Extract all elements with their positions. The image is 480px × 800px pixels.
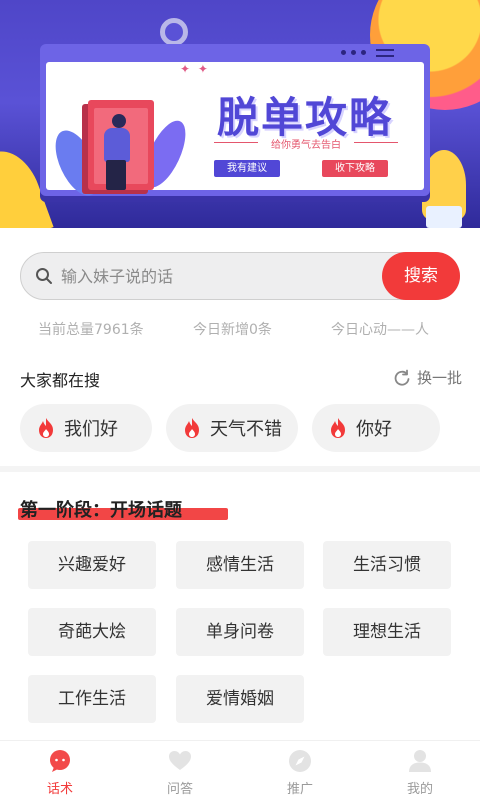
search-button[interactable]: 搜索 [382,252,460,300]
topic-button[interactable]: 理想生活 [323,608,451,656]
tab-tuiguang[interactable]: 推广 [240,741,360,800]
flame-icon [39,418,53,438]
divider-line [354,142,398,143]
person-illustration [104,128,130,162]
stat-today-new: 今日新增0条 [193,322,272,338]
chip-label: 天气不错 [210,419,282,440]
tab-label: 话术 [46,782,73,797]
hot-search-title: 大家都在搜 [20,371,101,390]
topic-button[interactable]: 爱情婚姻 [176,675,304,723]
section-title: 第一阶段：开场话题 [20,500,182,521]
ring-decoration [160,18,188,46]
tab-wode[interactable]: 我的 [360,741,480,800]
window-dot-icon [351,50,356,55]
tab-huashu[interactable]: 话术 [0,741,120,800]
chat-bubble-icon [50,750,70,772]
person-icon [409,750,431,772]
refresh-label: 换一批 [416,369,462,387]
chip-label: 我们好 [64,419,118,440]
flame-icon [331,418,345,438]
window-dot-icon [341,50,346,55]
tab-label: 问答 [166,782,193,797]
hot-search-chip[interactable]: 天气不错 [166,404,298,452]
compass-icon [289,750,311,772]
topic-button[interactable]: 兴趣爱好 [28,541,156,589]
tab-label: 我的 [406,782,433,797]
refresh-icon [394,369,410,386]
person-illustration [106,160,126,190]
pot-decoration [426,206,462,228]
bottom-tab-bar: 话术 问答 推广 我的 [0,740,480,800]
window-dot-icon [361,50,366,55]
search-input[interactable] [61,261,381,291]
section-divider [0,466,480,472]
collect-button[interactable]: 收下攻略 [322,160,388,177]
topic-button[interactable]: 奇葩大烩 [28,608,156,656]
tab-wenda[interactable]: 问答 [120,741,240,800]
person-illustration [112,114,126,128]
menu-lines-icon [376,49,394,57]
flame-icon [185,418,199,438]
banner-subtitle: 给你勇气去告白 [271,140,341,151]
app-screen: ✦ ✦ 脱单攻略 给你勇气去告白 我有建议 收下攻略 搜索 当前总量7961条 … [0,0,480,800]
topic-button[interactable]: 感情生活 [176,541,304,589]
topic-button[interactable]: 工作生活 [28,675,156,723]
topic-button[interactable]: 单身问卷 [176,608,304,656]
search-icon [36,268,52,284]
refresh-button[interactable]: 换一批 [393,367,462,388]
promo-banner[interactable]: ✦ ✦ 脱单攻略 给你勇气去告白 我有建议 收下攻略 [0,0,480,228]
chip-label: 你好 [356,419,392,440]
sparkle-decoration: ✦ ✦ [180,62,210,76]
search-bar: 搜索 [20,252,460,300]
tab-label: 推广 [286,782,313,797]
hot-search-chip[interactable]: 你好 [312,404,440,452]
stat-today-heart: 今日心动——人 [331,322,429,338]
topic-button[interactable]: 生活习惯 [323,541,451,589]
stat-total: 当前总量7961条 [38,322,144,338]
heart-icon [169,751,191,770]
hot-search-chip[interactable]: 我们好 [20,404,152,452]
suggest-button[interactable]: 我有建议 [214,160,280,177]
stats-row: 当前总量7961条 今日新增0条 今日心动——人 [0,319,480,339]
browser-titlebar [40,44,430,62]
